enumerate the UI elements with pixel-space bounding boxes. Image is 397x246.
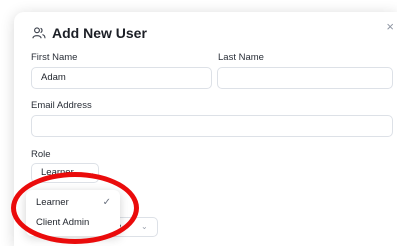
last-name-label: Last Name [218,52,264,63]
modal-title: Add New User [52,25,147,41]
email-field[interactable] [31,115,393,137]
role-option-label: Client Admin [36,217,90,228]
chevron-down-icon: ⌄ [88,168,95,177]
modal-header: Add New User [32,25,147,41]
last-name-field[interactable] [217,67,393,89]
role-label: Role [31,149,51,160]
check-icon: ✓ [102,197,111,208]
first-name-field[interactable]: Adam [31,67,212,89]
role-select[interactable]: Learner ⌄ [31,163,99,183]
close-icon[interactable]: × [386,20,394,33]
first-name-label: First Name [31,52,78,63]
role-select-value: Learner [41,167,74,178]
role-option-client-admin[interactable]: Client Admin [26,213,120,233]
chevron-down-icon: ⌄ [141,222,148,231]
email-label: Email Address [31,100,92,111]
role-option-label: Learner [36,197,69,208]
role-option-learner[interactable]: Learner ✓ [26,193,120,213]
role-dropdown-menu: Learner ✓ Client Admin [26,190,120,236]
users-icon [32,27,46,39]
